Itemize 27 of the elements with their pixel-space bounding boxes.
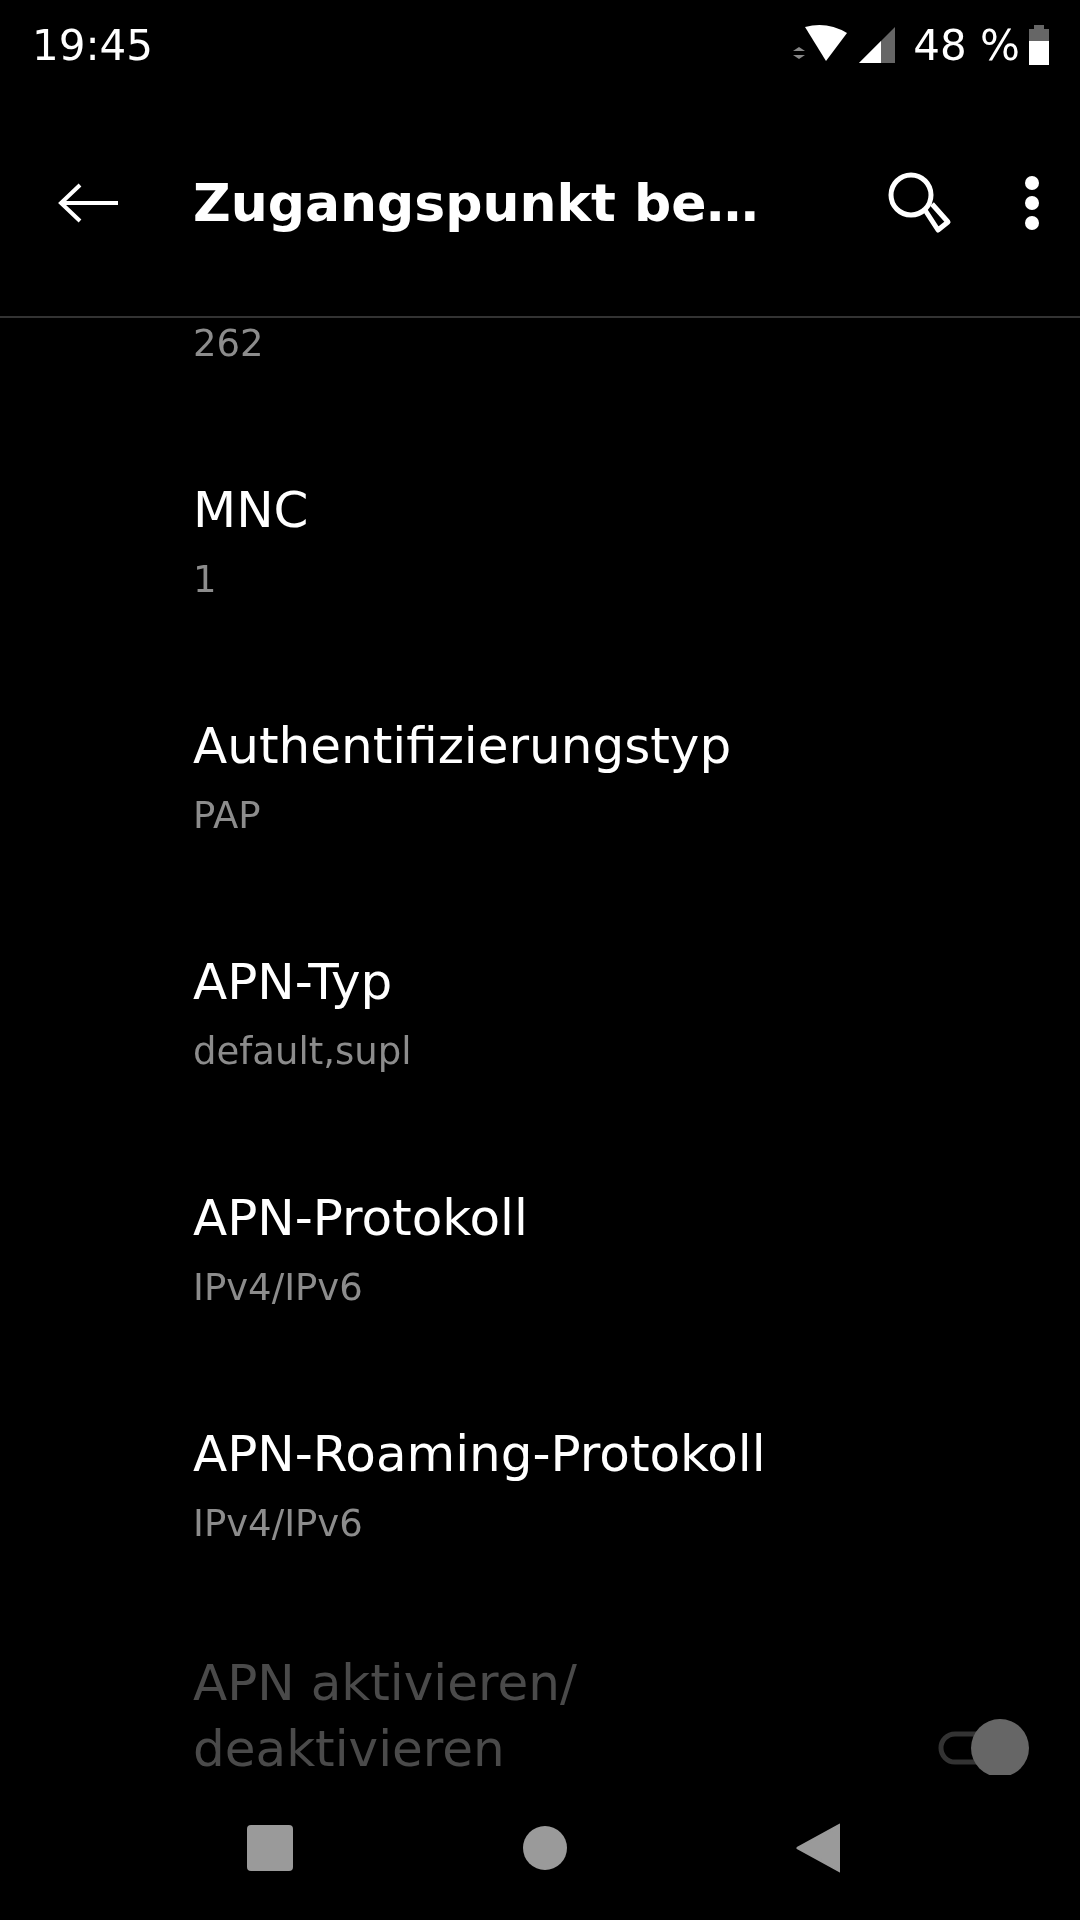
setting-title: MNC — [193, 480, 310, 541]
setting-title: Authentifizierungstyp — [193, 716, 733, 777]
setting-value: IPv4/IPv6 — [193, 1265, 364, 1311]
setting-value: 1 — [193, 557, 218, 603]
setting-value: PAP — [193, 793, 262, 839]
signal-icon — [857, 25, 898, 65]
battery-percent: 48 % — [913, 19, 1020, 72]
setting-title: APN-Protokoll — [193, 1188, 529, 1249]
recent-apps-icon[interactable] — [247, 1824, 293, 1871]
setting-title: APN-Typ — [193, 952, 394, 1013]
home-icon[interactable] — [522, 1825, 567, 1870]
setting-title: APN-Roaming-Protokoll — [193, 1424, 767, 1485]
back-arrow-icon[interactable] — [58, 183, 120, 223]
setting-value: default,supl — [193, 1029, 413, 1075]
setting-item[interactable]: APN-Protokoll IPv4/IPv6 — [0, 1130, 1080, 1366]
setting-item[interactable]: APN-Typ default,supl — [0, 894, 1080, 1130]
setting-title: APN aktivieren/ deaktivieren — [193, 1653, 578, 1775]
battery-icon — [1028, 25, 1050, 65]
setting-value: IPv4/IPv6 — [193, 1501, 364, 1547]
setting-item[interactable]: MNC 1 — [0, 422, 1080, 658]
back-icon[interactable] — [796, 1822, 840, 1873]
more-options-icon[interactable] — [1024, 175, 1040, 231]
setting-value: 262 — [193, 321, 265, 367]
setting-item[interactable]: APN-Roaming-Protokoll IPv4/IPv6 — [0, 1366, 1080, 1602]
screen-title: Zugangspunkt be… — [193, 172, 759, 235]
clock-time: 19:45 — [32, 19, 154, 72]
setting-item[interactable]: Authentifizierungstyp PAP — [0, 658, 1080, 894]
